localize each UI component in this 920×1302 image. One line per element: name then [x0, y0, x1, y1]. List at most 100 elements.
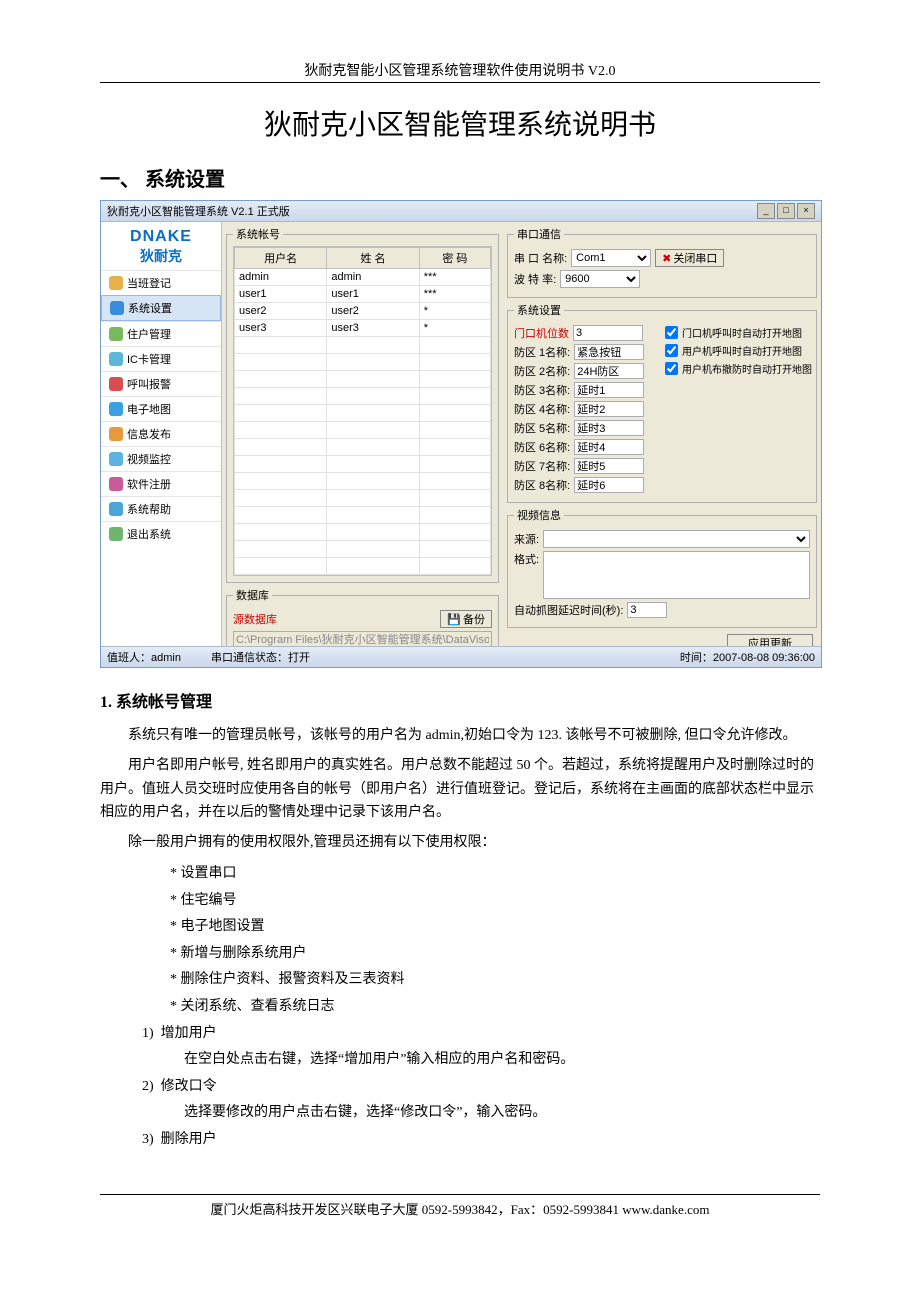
- nav-label: 系统帮助: [127, 501, 171, 517]
- close-port-button[interactable]: ✖ 关闭串口: [655, 249, 724, 267]
- port-label: 串 口 名称:: [514, 250, 567, 266]
- para-2: 用户名即用户帐号, 姓名即用户的真实姓名。用户总数不能超过 50 个。若超过，系…: [100, 754, 820, 825]
- zone-input-0[interactable]: [574, 344, 644, 360]
- sidebar-item-10[interactable]: 退出系统: [101, 521, 221, 546]
- para-1: 系统只有唯一的管理员帐号，该帐号的用户名为 admin,初始口令为 123. 该…: [100, 724, 820, 748]
- sidebar-item-6[interactable]: 信息发布: [101, 421, 221, 446]
- serial-legend: 串口通信: [514, 226, 564, 242]
- right-pane: 串口通信 串 口 名称: Com1 ✖ 关闭串口 波 特 率: 9600 系统设…: [503, 222, 821, 646]
- status-user: 值班人：admin: [107, 649, 181, 665]
- zone-label-3: 防区 4名称:: [514, 401, 570, 417]
- close-button[interactable]: ×: [797, 203, 815, 219]
- sidebar-item-0[interactable]: 当班登记: [101, 270, 221, 295]
- status-time: 时间：2007-08-08 09:36:00: [680, 649, 815, 665]
- sidebar-item-1[interactable]: 系统设置: [101, 295, 221, 321]
- window-title: 狄耐克小区智能管理系统 V2.1 正式版: [107, 203, 757, 219]
- video-fmt-label: 格式:: [514, 551, 539, 567]
- zone-input-3[interactable]: [574, 401, 644, 417]
- delay-label: 自动抓图延迟时间(秒):: [514, 602, 623, 618]
- sys-legend: 系统设置: [514, 302, 564, 318]
- sidebar-item-7[interactable]: 视频监控: [101, 446, 221, 471]
- nav-label: 电子地图: [127, 401, 171, 417]
- zone-input-1[interactable]: [574, 363, 644, 379]
- nav-label: IC卡管理: [127, 351, 171, 367]
- zone-label-4: 防区 5名称:: [514, 420, 570, 436]
- doc-header: 狄耐克智能小区管理系统管理软件使用说明书 V2.0: [100, 60, 820, 83]
- nav-icon: [109, 427, 123, 441]
- section-1: 一、 系统设置: [100, 163, 820, 192]
- auto-map-label-0: 门口机呼叫时自动打开地图: [682, 325, 802, 340]
- nav-icon: [110, 301, 124, 315]
- db-path-field: [233, 631, 492, 646]
- sidebar-item-3[interactable]: IC卡管理: [101, 346, 221, 371]
- para-3: 除一般用户拥有的使用权限外,管理员还拥有以下使用权限：: [100, 831, 820, 855]
- nav-label: 信息发布: [127, 426, 171, 442]
- nav-label: 软件注册: [127, 476, 171, 492]
- nav-icon: [109, 402, 123, 416]
- nav-label: 当班登记: [127, 275, 171, 291]
- port-select[interactable]: Com1: [571, 249, 651, 267]
- sidebar-item-9[interactable]: 系统帮助: [101, 496, 221, 521]
- sidebar: DNAKE狄耐克 当班登记系统设置住户管理 IC卡管理呼叫报警电子地图信息发布视频…: [101, 222, 222, 646]
- auto-map-label-1: 用户机呼叫时自动打开地图: [682, 343, 802, 358]
- auto-map-label-2: 用户机布撤防时自动打开地图: [682, 361, 812, 376]
- zone-input-5[interactable]: [574, 439, 644, 455]
- zone-input-2[interactable]: [574, 382, 644, 398]
- door-input[interactable]: [573, 325, 643, 341]
- nav-label: 系统设置: [128, 300, 172, 316]
- nav-icon: [109, 502, 123, 516]
- nav-icon: [109, 276, 123, 290]
- db-source-label: 源数据库: [233, 611, 277, 627]
- nav-icon: [109, 327, 123, 341]
- nav-icon: [109, 527, 123, 541]
- nav-icon: [109, 452, 123, 466]
- zone-input-6[interactable]: [574, 458, 644, 474]
- sidebar-item-8[interactable]: 软件注册: [101, 471, 221, 496]
- baud-label: 波 特 率:: [514, 271, 556, 287]
- doc-title: 狄耐克小区智能管理系统说明书: [100, 103, 820, 143]
- nav-label: 呼叫报警: [127, 376, 171, 392]
- delay-input[interactable]: [627, 602, 667, 618]
- db-legend: 数据库: [233, 587, 272, 603]
- window-titlebar: 狄耐克小区智能管理系统 V2.1 正式版 _ □ ×: [101, 201, 821, 222]
- status-bar: 值班人：admin 串口通信状态：打开 时间：2007-08-08 09:36:…: [101, 646, 821, 667]
- app-screenshot: 狄耐克小区智能管理系统 V2.1 正式版 _ □ × DNAKE狄耐克 当班登记…: [100, 200, 822, 668]
- baud-select[interactable]: 9600: [560, 270, 640, 288]
- video-src-select[interactable]: [543, 530, 810, 548]
- zone-input-4[interactable]: [574, 420, 644, 436]
- door-label: 门口机位数: [514, 325, 569, 341]
- save-icon: 💾: [447, 613, 461, 626]
- sidebar-item-5[interactable]: 电子地图: [101, 396, 221, 421]
- accounts-table[interactable]: 用户名姓 名密 码adminadmin***user1user1***user2…: [234, 247, 491, 575]
- doc-footer: 厦门火炬高科技开发区兴联电子大厦 0592-5993842，Fax：0592-5…: [100, 1194, 820, 1218]
- nav-icon: [109, 352, 123, 366]
- apply-button[interactable]: 应用更新: [727, 634, 813, 646]
- video-legend: 视频信息: [514, 507, 564, 523]
- steps-list: 1) 增加用户在空白处点击右键，选择“增加用户”输入相应的用户名和密码。2) 修…: [142, 1021, 820, 1154]
- status-com: 串口通信状态：打开: [211, 649, 310, 665]
- section-1-1: 1. 系统帐号管理: [100, 688, 820, 712]
- db-backup-button[interactable]: 💾备份: [440, 610, 492, 628]
- auto-map-chk-2[interactable]: [665, 362, 678, 375]
- auto-map-chk-1[interactable]: [665, 344, 678, 357]
- zone-label-5: 防区 6名称:: [514, 439, 570, 455]
- accounts-legend: 系统帐号: [233, 226, 283, 242]
- nav-label: 退出系统: [127, 526, 171, 542]
- privilege-list: * 设置串口* 住宅编号* 电子地图设置* 新增与删除系统用户* 删除住户资料、…: [170, 861, 820, 1021]
- sidebar-item-4[interactable]: 呼叫报警: [101, 371, 221, 396]
- maximize-button[interactable]: □: [777, 203, 795, 219]
- sidebar-item-2[interactable]: 住户管理: [101, 321, 221, 346]
- logo: DNAKE狄耐克: [101, 222, 221, 268]
- auto-map-chk-0[interactable]: [665, 326, 678, 339]
- minimize-button[interactable]: _: [757, 203, 775, 219]
- zone-label-0: 防区 1名称:: [514, 344, 570, 360]
- zone-input-7[interactable]: [574, 477, 644, 493]
- center-pane: 系统帐号 用户名姓 名密 码adminadmin***user1user1***…: [222, 222, 503, 646]
- zone-label-1: 防区 2名称:: [514, 363, 570, 379]
- nav-label: 视频监控: [127, 451, 171, 467]
- video-fmt-box[interactable]: [543, 551, 810, 599]
- zone-label-2: 防区 3名称:: [514, 382, 570, 398]
- nav-icon: [109, 477, 123, 491]
- video-src-label: 来源:: [514, 531, 539, 547]
- nav-icon: [109, 377, 123, 391]
